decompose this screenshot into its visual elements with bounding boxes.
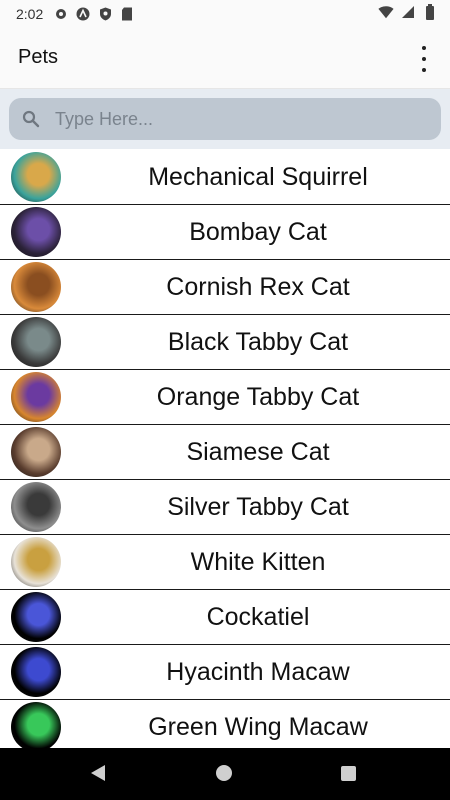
- pet-avatar: [11, 537, 61, 587]
- list-item[interactable]: Siamese Cat: [0, 425, 450, 480]
- list-item[interactable]: Mechanical Squirrel: [0, 150, 450, 205]
- pet-list[interactable]: Mechanical Squirrel Bombay Cat Cornish Rex…: [0, 150, 450, 748]
- pet-name: White Kitten: [190, 548, 326, 576]
- list-item[interactable]: Orange Tabby Cat: [0, 370, 450, 425]
- settings-gear-icon: [53, 6, 69, 22]
- system-status-icons: [378, 4, 438, 20]
- back-icon[interactable]: [90, 764, 106, 782]
- pet-name: Green Wing Macaw: [148, 713, 368, 741]
- list-item[interactable]: Black Tabby Cat: [0, 315, 450, 370]
- app-bar: Pets: [0, 28, 450, 89]
- android-a-icon: [75, 6, 91, 22]
- notification-icons: [53, 6, 135, 22]
- search-bar-container: [0, 89, 450, 149]
- search-box[interactable]: [9, 98, 441, 140]
- sd-card-icon: [119, 6, 135, 22]
- pet-name: Orange Tabby Cat: [156, 383, 360, 411]
- wifi-icon: [378, 4, 394, 20]
- list-item[interactable]: White Kitten: [0, 535, 450, 590]
- pet-avatar: [11, 427, 61, 477]
- signal-icon: [400, 4, 416, 20]
- pet-name: Silver Tabby Cat: [167, 493, 349, 521]
- list-item[interactable]: Cockatiel: [0, 590, 450, 645]
- search-icon: [22, 110, 40, 128]
- list-item[interactable]: Hyacinth Macaw: [0, 645, 450, 700]
- pet-avatar: [11, 262, 61, 312]
- shield-icon: [97, 6, 113, 22]
- pet-avatar: [11, 317, 61, 367]
- pet-name: Cockatiel: [206, 603, 310, 631]
- pet-name: Siamese Cat: [186, 438, 330, 466]
- pet-avatar: [11, 482, 61, 532]
- search-input[interactable]: [53, 100, 441, 138]
- list-item[interactable]: Silver Tabby Cat: [0, 480, 450, 535]
- pet-avatar: [11, 152, 61, 202]
- pet-avatar: [11, 372, 61, 422]
- list-item[interactable]: Cornish Rex Cat: [0, 260, 450, 315]
- status-bar: 2:02: [0, 0, 450, 28]
- status-time: 2:02: [16, 6, 44, 22]
- pet-name: Cornish Rex Cat: [166, 273, 350, 301]
- recent-apps-icon[interactable]: [341, 766, 356, 781]
- pet-avatar: [11, 647, 61, 697]
- list-item[interactable]: Bombay Cat: [0, 205, 450, 260]
- overflow-menu-button[interactable]: [412, 46, 436, 72]
- pet-avatar: [11, 702, 61, 748]
- pet-avatar: [11, 592, 61, 642]
- pet-name: Black Tabby Cat: [167, 328, 349, 356]
- pet-name: Hyacinth Macaw: [166, 658, 350, 686]
- pet-avatar: [11, 207, 61, 257]
- list-item[interactable]: Green Wing Macaw: [0, 700, 450, 748]
- pet-name: Bombay Cat: [189, 218, 327, 246]
- more-vert-icon: [422, 46, 426, 50]
- navigation-bar: [0, 748, 450, 800]
- pet-name: Mechanical Squirrel: [148, 163, 368, 191]
- battery-icon: [422, 4, 438, 20]
- page-title: Pets: [18, 46, 59, 68]
- home-icon[interactable]: [216, 765, 232, 781]
